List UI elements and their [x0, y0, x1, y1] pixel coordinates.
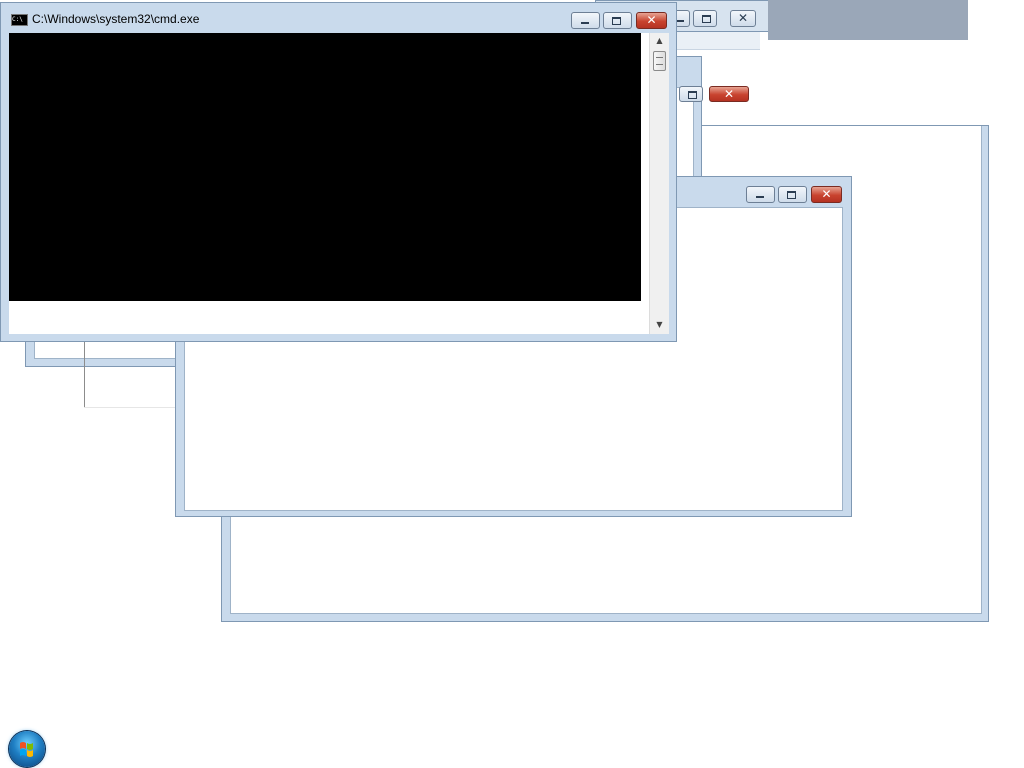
vertical-scrollbar[interactable]: ▲ ▼: [649, 33, 669, 334]
cmd-titlebar[interactable]: C:\ C:\Windows\system32\cmd.exe ✕: [1, 3, 676, 32]
scroll-down-arrow-icon[interactable]: ▼: [650, 317, 669, 333]
scroll-up-arrow-icon[interactable]: ▲: [650, 33, 669, 49]
maximize-button[interactable]: [679, 86, 703, 102]
window-title: C:\Windows\system32\cmd.exe: [32, 12, 200, 26]
cmd-window[interactable]: C:\ C:\Windows\system32\cmd.exe ✕ ▲ ▼: [0, 2, 677, 342]
cmd-client-area[interactable]: ▲ ▼: [9, 33, 669, 334]
background-window-strip: [768, 0, 968, 40]
close-icon: ✕: [821, 187, 832, 201]
maximize-button[interactable]: [603, 12, 632, 29]
start-button[interactable]: [9, 731, 45, 767]
minimize-button[interactable]: [571, 12, 600, 29]
windows-logo-icon: [20, 742, 33, 757]
close-button[interactable]: ✕: [709, 86, 749, 102]
maximize-button[interactable]: [778, 186, 807, 203]
close-icon: ✕: [737, 11, 749, 25]
close-icon: ✕: [646, 13, 657, 27]
close-button[interactable]: ✕: [730, 10, 756, 27]
maximize-button[interactable]: [693, 10, 717, 27]
cmd-icon[interactable]: C:\: [11, 14, 28, 26]
close-button[interactable]: ✕: [636, 12, 667, 29]
close-icon: ✕: [723, 87, 735, 101]
close-button[interactable]: ✕: [811, 186, 842, 203]
minimize-button[interactable]: [746, 186, 775, 203]
scroll-thumb[interactable]: [653, 51, 666, 71]
background-window-edge-line-bottom: [84, 407, 176, 408]
console-output[interactable]: [9, 33, 641, 301]
